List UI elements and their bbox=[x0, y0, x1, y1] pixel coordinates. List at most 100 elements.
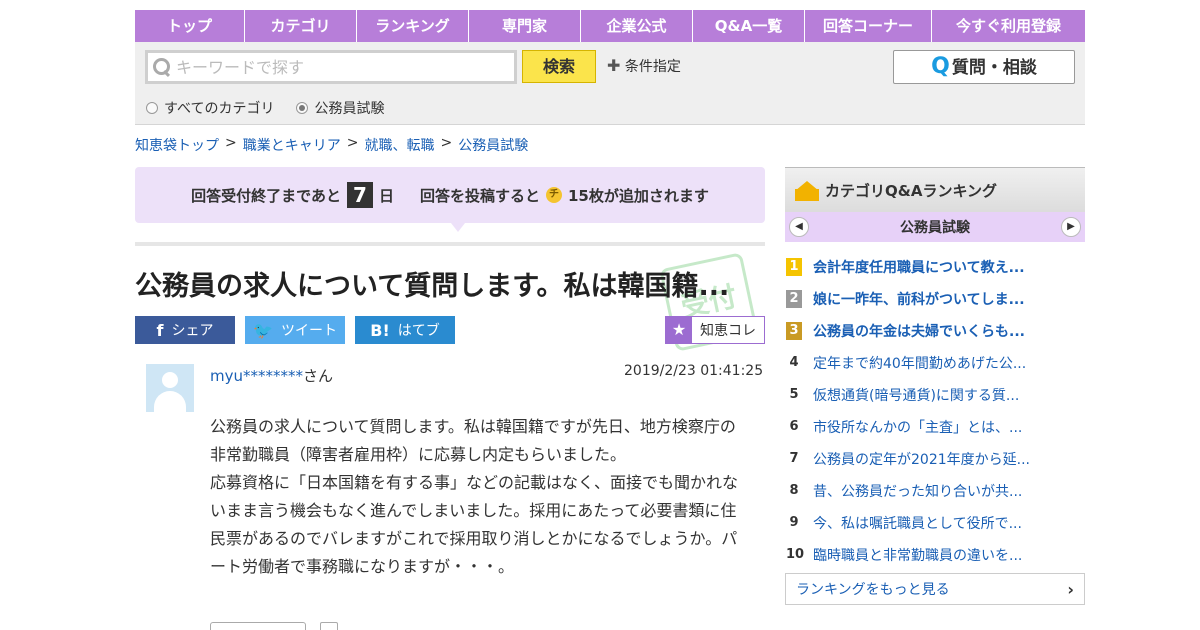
user-suffix: さん bbox=[303, 367, 334, 385]
more-ranking-link[interactable]: ランキングをもっと見る › bbox=[785, 573, 1085, 605]
ranking-item[interactable]: 10 臨時職員と非常勤職員の違いを... bbox=[785, 539, 1085, 571]
rank-number: 8 bbox=[789, 483, 799, 498]
rank-number: 9 bbox=[789, 515, 799, 530]
breadcrumb-separator: > bbox=[225, 135, 237, 151]
rank-number: 6 bbox=[789, 419, 799, 434]
ranking-category-switcher: ◀ 公務員試験 ▶ bbox=[785, 212, 1085, 242]
breadcrumb-item[interactable]: 公務員試験 bbox=[458, 135, 528, 155]
nav-qa-list[interactable]: Q&A一覧 bbox=[693, 10, 805, 42]
avatar[interactable] bbox=[146, 364, 194, 412]
ranking-title: カテゴリQ&Aランキング bbox=[825, 181, 997, 200]
divider bbox=[135, 242, 765, 246]
banner-unit: 日 bbox=[378, 186, 394, 205]
nav-answer-corner[interactable]: 回答コーナー bbox=[805, 10, 932, 42]
breadcrumb: 知恵袋トップ > 職業とキャリア > 就職、転職 > 公務員試験 bbox=[135, 135, 528, 155]
q-icon: Q bbox=[931, 54, 950, 79]
nav-top[interactable]: トップ bbox=[135, 10, 245, 42]
question-body: 公務員の求人について質問します。私は韓国籍ですが先日、地方検察庁の非常勤職員（障… bbox=[210, 413, 750, 581]
reaction-checkbox[interactable] bbox=[320, 622, 338, 630]
radio-label: すべてのカテゴリ bbox=[164, 101, 275, 117]
chie-kore-button[interactable]: ★ 知恵コレ bbox=[665, 316, 765, 344]
twitter-share-button[interactable]: 🐦 ツイート bbox=[245, 316, 345, 344]
radio-all-categories[interactable]: すべてのカテゴリ bbox=[146, 98, 274, 118]
hatena-bookmark-button[interactable]: B! はてブ bbox=[355, 316, 455, 344]
breadcrumb-separator: > bbox=[440, 135, 453, 151]
question-title: 公務員の求人について質問します。私は韓国籍... bbox=[135, 271, 730, 302]
crown-icon bbox=[795, 179, 819, 201]
twitter-icon: 🐦 bbox=[253, 320, 273, 340]
ranking-item-text: 会計年度任用職員について教え... bbox=[813, 260, 1025, 276]
banner-prefix: 回答受付終了まであと bbox=[191, 186, 341, 205]
condition-label: 条件指定 bbox=[624, 59, 681, 75]
coin-icon: チ bbox=[546, 187, 562, 203]
banner-pointer bbox=[451, 223, 465, 232]
nav-official[interactable]: 企業公式 bbox=[581, 10, 693, 42]
star-icon: ★ bbox=[666, 317, 692, 343]
ask-question-button[interactable]: Q 質問・相談 bbox=[893, 50, 1075, 84]
user-link[interactable]: myu******** bbox=[210, 367, 303, 385]
rank-number: 4 bbox=[789, 355, 799, 370]
kore-label: 知恵コレ bbox=[700, 323, 756, 339]
nav-expert[interactable]: 専門家 bbox=[469, 10, 581, 42]
ranking-item[interactable]: 2 娘に一昨年、前科がついてしま... bbox=[785, 283, 1085, 315]
category-ranking: カテゴリQ&Aランキング ◀ 公務員試験 ▶ 1 会計年度任用職員について教え..… bbox=[785, 167, 1085, 605]
banner-middle: 回答を投稿すると bbox=[419, 186, 540, 205]
rank-badge: 1 bbox=[786, 258, 802, 276]
ranking-item[interactable]: 5 仮想通貨(暗号通貨)に関する質... bbox=[785, 379, 1085, 411]
search-input[interactable] bbox=[176, 57, 506, 77]
breadcrumb-item[interactable]: 就職、転職 bbox=[364, 135, 434, 155]
ranking-item[interactable]: 1 会計年度任用職員について教え... bbox=[785, 251, 1085, 283]
radio-icon bbox=[146, 102, 158, 114]
rank-badge: 2 bbox=[786, 290, 802, 308]
search-box bbox=[145, 50, 517, 84]
ranking-item[interactable]: 8 昔、公務員だった知り合いが共... bbox=[785, 475, 1085, 507]
avatar-head bbox=[162, 372, 178, 388]
ranking-item-text: 今、私は嘱託職員として役所で... bbox=[813, 516, 1022, 532]
ranking-item-text: 仮想通貨(暗号通貨)に関する質... bbox=[813, 388, 1020, 404]
ranking-item[interactable]: 6 市役所なんかの「主査」とは、... bbox=[785, 411, 1085, 443]
ranking-item-text: 臨時職員と非常勤職員の違いを... bbox=[813, 548, 1023, 564]
question-paragraph: 応募資格に「日本国籍を有する事」などの記載はなく、面接でも聞かれないまま言う機会… bbox=[210, 473, 739, 576]
ranking-item-text: 娘に一昨年、前科がついてしま... bbox=[813, 292, 1025, 308]
days-remaining: 7 bbox=[346, 182, 373, 208]
ranking-list: 1 会計年度任用職員について教え... 2 娘に一昨年、前科がついてしま... 3公… bbox=[785, 251, 1085, 571]
ranking-item[interactable]: 7 公務員の定年が2021年度から延... bbox=[785, 443, 1085, 475]
ranking-category: 公務員試験 bbox=[900, 220, 970, 236]
ranking-item-text: 公務員の年金は夫婦でいくらも... bbox=[813, 324, 1025, 340]
share-label: ツイート bbox=[280, 323, 337, 339]
ranking-item[interactable]: 3 公務員の年金は夫婦でいくらも... bbox=[785, 315, 1085, 347]
share-label: シェア bbox=[171, 323, 214, 339]
rank-number: 7 bbox=[789, 451, 799, 466]
question-paragraph: 公務員の求人について質問します。私は韓国籍ですが先日、地方検察庁の非常勤職員（障… bbox=[210, 417, 736, 464]
nav-ranking[interactable]: ランキング bbox=[357, 10, 469, 42]
search-button[interactable]: 検索 bbox=[522, 50, 596, 83]
search-panel: 検索 ✚ 条件指定 Q質問・相談 すべてのカテゴリ 公務員試験 bbox=[135, 42, 1085, 125]
questioner: myu********さん bbox=[210, 365, 333, 386]
radio-selected-icon bbox=[296, 102, 309, 114]
ranking-item-text: 市役所なんかの「主査」とは、... bbox=[813, 420, 1023, 436]
ranking-item[interactable]: 4 定年まで約40年間勤めあげた公... bbox=[785, 347, 1085, 379]
breadcrumb-item[interactable]: 知恵袋トップ bbox=[135, 135, 219, 155]
nav-register[interactable]: 今すぐ利用登録 bbox=[932, 10, 1085, 42]
ranking-item-text: 定年まで約40年間勤めあげた公... bbox=[813, 356, 1027, 372]
share-label: はてブ bbox=[397, 323, 440, 339]
ranking-item[interactable]: 9 今、私は嘱託職員として役所で... bbox=[785, 507, 1085, 539]
prev-category-icon[interactable]: ◀ bbox=[789, 217, 809, 237]
ranking-header: カテゴリQ&Aランキング bbox=[785, 167, 1085, 212]
radio-current-category[interactable]: 公務員試験 bbox=[296, 98, 384, 118]
chevron-right-icon: › bbox=[1067, 579, 1074, 599]
next-category-icon[interactable]: ▶ bbox=[1061, 217, 1081, 237]
global-nav: トップ カテゴリ ランキング 専門家 企業公式 Q&A一覧 回答コーナー 今すぐ… bbox=[135, 10, 1085, 42]
condition-link[interactable]: ✚ 条件指定 bbox=[607, 56, 681, 76]
hatena-icon: B! bbox=[370, 320, 390, 340]
facebook-share-button[interactable]: f シェア bbox=[135, 316, 235, 344]
post-date: 2019/2/23 01:41:25 bbox=[624, 363, 764, 379]
ask-question-label: 質問・相談 bbox=[951, 58, 1037, 78]
nav-category[interactable]: カテゴリ bbox=[245, 10, 357, 42]
reaction-button[interactable] bbox=[210, 622, 306, 630]
page-container: トップ カテゴリ ランキング 専門家 企業公式 Q&A一覧 回答コーナー 今すぐ… bbox=[135, 10, 1085, 630]
rank-number: 5 bbox=[789, 387, 799, 402]
breadcrumb-item[interactable]: 職業とキャリア bbox=[243, 135, 341, 155]
category-scope: すべてのカテゴリ 公務員試験 bbox=[146, 98, 384, 118]
rank-badge: 3 bbox=[786, 322, 802, 340]
